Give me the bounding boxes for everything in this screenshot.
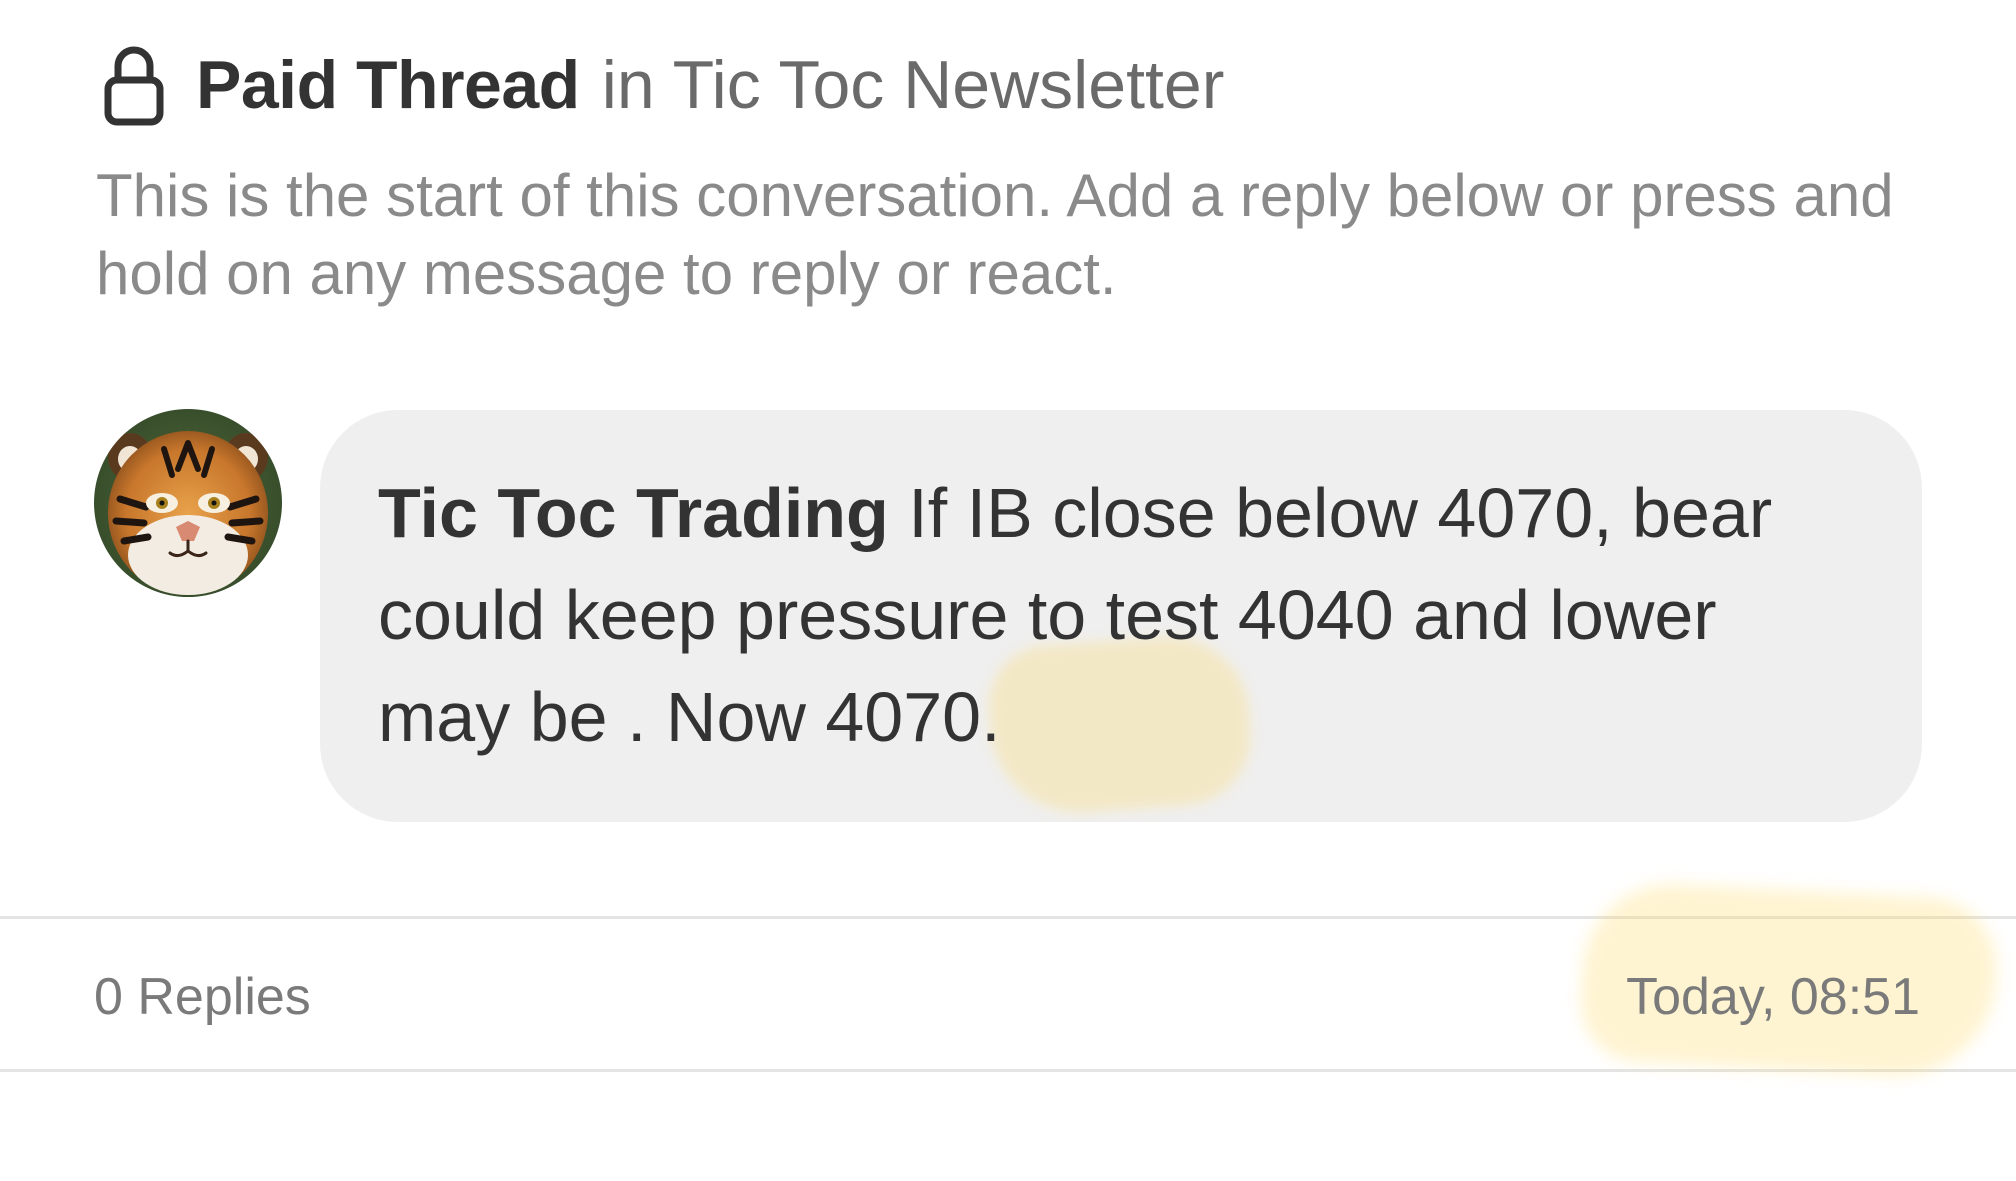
conversation-intro-text: This is the start of this conversation. …	[96, 162, 1894, 307]
replies-count[interactable]: 0 Replies	[94, 962, 311, 1032]
avatar[interactable]	[94, 409, 282, 597]
sender-name[interactable]: Tic Toc Trading	[378, 474, 889, 552]
lock-icon	[104, 44, 164, 126]
tiger-avatar	[94, 409, 282, 597]
message-timestamp: Today, 08:51	[1626, 968, 1920, 1026]
thread-newsletter-label: in Tic Toc Newsletter	[602, 46, 1225, 124]
newsletter-name-link[interactable]: Tic Toc Newsletter	[673, 47, 1225, 123]
divider	[0, 1069, 2016, 1072]
message-bubble[interactable]: Tic Toc Trading If IB close below 4070, …	[320, 410, 1922, 822]
thread-type-title: Paid Thread	[196, 47, 580, 123]
in-word: in	[601, 47, 655, 123]
message-text: Tic Toc Trading If IB close below 4070, …	[378, 462, 1832, 768]
thread-header: Paid Thread in Tic Toc Newsletter	[104, 40, 1224, 130]
